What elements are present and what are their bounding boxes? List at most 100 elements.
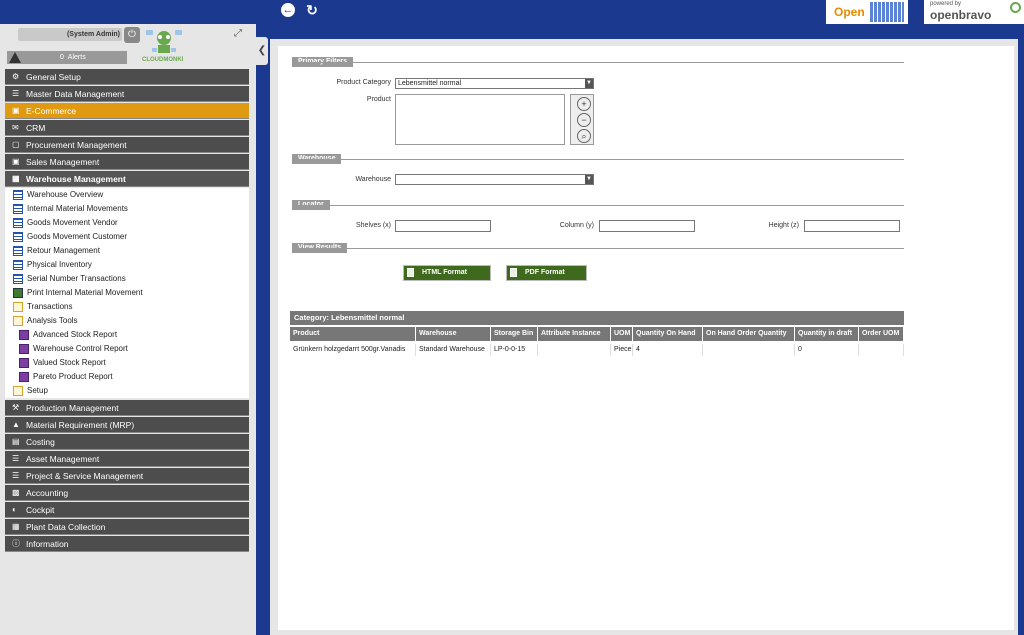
menu-item-warehouse-overview[interactable]: Warehouse Overview	[5, 188, 249, 202]
table-cell-warehouse: Standard Warehouse	[416, 344, 491, 356]
menu-project-service-management[interactable]: ☰ Project & Service Management	[5, 468, 249, 484]
menu-crm[interactable]: ✉ CRM	[5, 120, 249, 136]
folder-icon	[13, 386, 23, 396]
column-header-product[interactable]: Product	[290, 327, 416, 341]
report-icon	[19, 330, 29, 340]
table-cell-uom: Piece	[611, 344, 633, 356]
info-icon: ⓘ	[12, 539, 20, 548]
menu-cockpit[interactable]: ◐ Cockpit	[5, 502, 249, 518]
menu-item-advanced-stock-report[interactable]: Advanced Stock Report	[5, 328, 249, 342]
menu-item-pareto-product-report[interactable]: Pareto Product Report	[5, 370, 249, 384]
column-header-on-hand-order-quantity[interactable]: On Hand Order Quantity	[703, 327, 795, 341]
menu-information[interactable]: ⓘ Information	[5, 536, 249, 552]
html-format-button[interactable]: HTML Format	[403, 265, 491, 281]
menu-item-physical-inventory[interactable]: Physical Inventory	[5, 258, 249, 272]
table-cell-on-hand-order-quantity	[703, 344, 795, 356]
cart-icon: ▢	[12, 140, 20, 149]
menu-asset-management[interactable]: ☰ Asset Management	[5, 451, 249, 467]
warehouse-select[interactable]: ▼	[395, 174, 594, 185]
table-cell-quantity-on-hand: 4	[633, 344, 703, 356]
dashboard-icon: ◐	[12, 505, 17, 514]
list-icon: ☰	[12, 454, 20, 463]
report-icon	[19, 372, 29, 382]
openbravo-logo: powered by openbravo	[924, 0, 1024, 24]
user-name: (System Admin)	[66, 31, 120, 38]
back-arrow-icon[interactable]: ←	[281, 3, 295, 17]
column-header-uom[interactable]: UOM	[611, 327, 633, 341]
window-icon	[13, 274, 23, 284]
menu-item-setup[interactable]: Setup	[5, 384, 249, 398]
section-divider	[292, 159, 904, 160]
collapse-panel-button[interactable]: ❮	[256, 37, 268, 65]
column-header-quantity-on-hand[interactable]: Quantity On Hand	[633, 327, 703, 341]
height-input[interactable]	[804, 220, 900, 232]
money-icon: ▩	[12, 488, 20, 497]
menu-plant-data-collection[interactable]: ▦ Plant Data Collection	[5, 519, 249, 535]
forklift-icon: ▦	[12, 174, 20, 183]
chevron-down-icon: ▼	[585, 175, 593, 184]
user-info[interactable]: (System Admin)	[18, 28, 122, 41]
table-cell-product: Grünkern holzgedarrt 500gr.Vanadis	[290, 344, 416, 356]
column-header-storage-bin[interactable]: Storage Bin	[491, 327, 538, 341]
window-icon	[13, 190, 23, 200]
section-divider	[292, 205, 904, 206]
column-header-warehouse[interactable]: Warehouse	[416, 327, 491, 341]
truck-icon: ▣	[12, 157, 20, 166]
product-category-select[interactable]: Lebensmittel normal ▼	[395, 78, 594, 89]
search-icon[interactable]: ⌕	[577, 129, 591, 143]
hierarchy-icon: ▲	[12, 420, 20, 429]
menu-item-serial-number-transactions[interactable]: Serial Number Transactions	[5, 272, 249, 286]
remove-icon[interactable]: −	[577, 113, 591, 127]
main-menu: ⚙ General Setup ☰ Master Data Management ▣…	[5, 69, 249, 629]
menu-item-warehouse-control-report[interactable]: Warehouse Control Report	[5, 342, 249, 356]
warehouse-label: Warehouse	[355, 176, 391, 183]
menu-general-setup[interactable]: ⚙ General Setup	[5, 69, 249, 85]
add-icon[interactable]: +	[577, 97, 591, 111]
chat-icon: ✉	[12, 123, 19, 132]
menu-procurement-management[interactable]: ▢ Procurement Management	[5, 137, 249, 153]
hammer-icon: ⚒	[12, 403, 20, 412]
document-icon	[510, 268, 517, 277]
alerts-text[interactable]: 0 Alerts	[60, 51, 86, 64]
menu-item-goods-movement-customer[interactable]: Goods Movement Customer	[5, 230, 249, 244]
menu-e-commerce[interactable]: ▣ E-Commerce	[5, 103, 249, 119]
column-header-quantity-in-draft[interactable]: Quantity in draft	[795, 327, 859, 341]
menu-sales-management[interactable]: ▣ Sales Management	[5, 154, 249, 170]
menu-item-retour-management[interactable]: Retour Management	[5, 244, 249, 258]
menu-master-data-management[interactable]: ☰ Master Data Management	[5, 86, 249, 102]
document-icon	[407, 268, 414, 277]
shelves-input[interactable]	[395, 220, 491, 232]
tasks-icon: ☰	[12, 471, 20, 480]
menu-item-valued-stock-report[interactable]: Valued Stock Report	[5, 356, 249, 370]
report-icon	[19, 344, 29, 354]
menu-item-print-internal-material-movement[interactable]: Print Internal Material Movement	[5, 286, 249, 300]
product-multiselect[interactable]	[395, 94, 565, 145]
process-icon	[13, 288, 23, 298]
category-header: Category: Lebensmittel normal	[290, 311, 904, 325]
window-icon	[13, 204, 23, 214]
menu-accounting[interactable]: ▩ Accounting	[5, 485, 249, 501]
menu-item-internal-material-movements[interactable]: Internal Material Movements	[5, 202, 249, 216]
menu-item-analysis-tools[interactable]: Analysis Tools	[5, 314, 249, 328]
menu-warehouse-management[interactable]: ▦ Warehouse Management	[5, 171, 249, 187]
openz-logo: Open	[826, 0, 908, 24]
menu-item-goods-movement-vendor[interactable]: Goods Movement Vendor	[5, 216, 249, 230]
menu-costing[interactable]: ▤ Costing	[5, 434, 249, 450]
column-header-order-uom[interactable]: Order UOM	[859, 327, 904, 341]
menu-material-requirement[interactable]: ▲ Material Requirement (MRP)	[5, 417, 249, 433]
gear-icon: ⚙	[12, 72, 20, 81]
chevron-down-icon: ▼	[585, 79, 593, 88]
expand-icon[interactable]: ⤢	[234, 28, 242, 39]
pdf-format-button[interactable]: PDF Format	[506, 265, 587, 281]
list-icon: ☰	[12, 89, 20, 98]
table-cell-quantity-in-draft: 0	[795, 344, 859, 356]
column-input[interactable]	[599, 220, 695, 232]
column-label: Column (y)	[559, 222, 594, 229]
menu-production-management[interactable]: ⚒ Production Management	[5, 400, 249, 416]
menu-item-transactions[interactable]: Transactions	[5, 300, 249, 314]
table-cell-storage-bin: LP-0-0-15	[491, 344, 538, 356]
folder-icon	[13, 302, 23, 312]
refresh-icon[interactable]: ↻	[305, 3, 319, 17]
column-header-attribute-instance[interactable]: Attribute Instance	[538, 327, 611, 341]
window-icon	[13, 232, 23, 242]
